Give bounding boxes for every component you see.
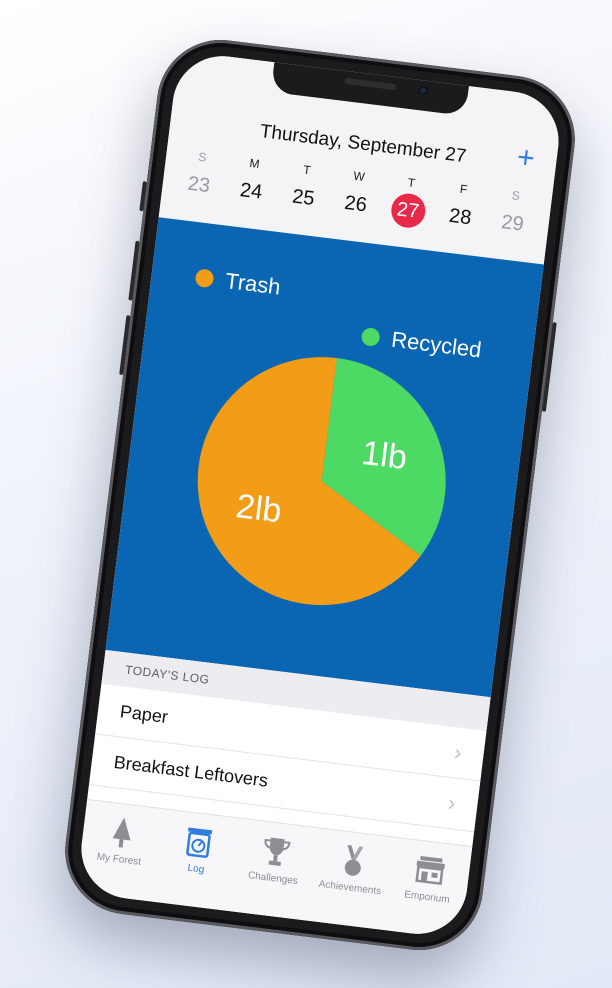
phone-screen: Thursday, September 27 + S 23 M 24 T 25 — [75, 50, 565, 940]
chevron-right-icon: › — [446, 790, 457, 816]
legend-trash: Trash — [194, 264, 282, 300]
day-friday[interactable]: F 28 — [436, 180, 486, 237]
day-number: 28 — [447, 204, 473, 230]
tab-log[interactable]: Log — [153, 809, 240, 912]
pie-label-trash: 2lb — [234, 487, 284, 530]
day-number: 26 — [343, 191, 369, 217]
legend-dot-trash — [194, 268, 215, 289]
day-monday[interactable]: M 24 — [227, 154, 277, 211]
chevron-right-icon: › — [452, 739, 464, 766]
day-saturday[interactable]: S 29 — [489, 186, 539, 243]
day-wednesday[interactable]: W 26 — [332, 167, 382, 224]
log-item-label: Paper — [118, 700, 170, 727]
day-thursday-selected[interactable]: T 27 — [384, 173, 434, 230]
volume-down-button — [119, 315, 131, 376]
volume-up-button — [128, 240, 140, 301]
front-camera — [417, 84, 429, 97]
pie-label-recycled: 1lb — [360, 434, 410, 477]
trophy-icon — [236, 829, 316, 874]
add-entry-button[interactable]: + — [515, 141, 536, 176]
log-item-label: Breakfast Leftovers — [112, 751, 270, 791]
store-icon — [390, 848, 470, 893]
tab-challenges[interactable]: Challenges — [230, 819, 317, 922]
day-tuesday[interactable]: T 25 — [280, 160, 330, 217]
tab-achievements[interactable]: Achievements — [307, 828, 394, 931]
stage: Thursday, September 27 + S 23 M 24 T 25 — [0, 0, 612, 988]
medal-icon — [313, 838, 393, 883]
phone-frame: Thursday, September 27 + S 23 M 24 T 25 — [57, 32, 583, 958]
day-number: 29 — [500, 211, 525, 236]
legend-label-trash: Trash — [223, 267, 282, 300]
power-button — [541, 322, 557, 412]
day-number: 27 — [388, 191, 427, 230]
scale-icon — [159, 819, 239, 864]
day-number: 25 — [291, 185, 316, 211]
pie-chart: 1lb 2lb — [197, 357, 446, 606]
day-sunday[interactable]: S 23 — [175, 148, 225, 205]
chart-area: Trash Recycled 1lb 2lb — [105, 217, 544, 698]
mute-switch — [139, 181, 147, 212]
tab-my-forest[interactable]: My Forest — [76, 800, 163, 903]
tab-emporium[interactable]: Emporium — [385, 838, 472, 940]
tree-icon — [82, 810, 162, 855]
legend-dot-recycled — [360, 326, 381, 348]
day-number: 23 — [186, 172, 212, 198]
day-number: 24 — [238, 179, 264, 204]
speaker-grille — [344, 77, 397, 91]
